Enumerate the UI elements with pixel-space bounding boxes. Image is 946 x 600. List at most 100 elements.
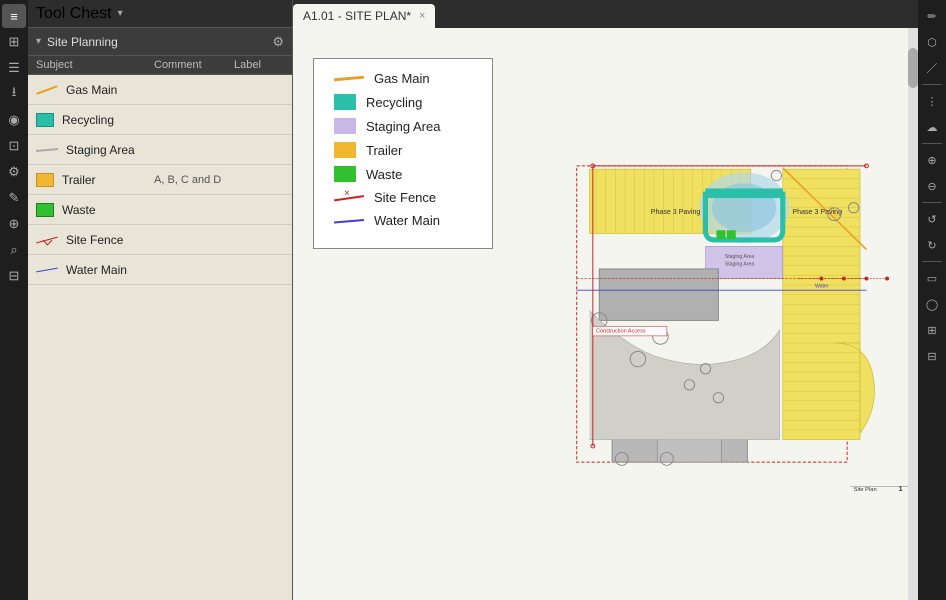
svg-text:Staging Area: Staging Area <box>725 262 755 268</box>
site-planning-arrow[interactable]: ▾ <box>36 36 41 47</box>
list-item[interactable]: Staging Area <box>28 135 292 165</box>
water-main-label: Water Main <box>66 263 127 277</box>
trailer-icon <box>36 173 54 187</box>
tab-close-button[interactable]: × <box>419 10 425 22</box>
svg-text:Site Plan: Site Plan <box>854 487 877 493</box>
list-item[interactable]: Trailer A, B, C and D <box>28 165 292 195</box>
site-planning-title: Site Planning <box>47 35 118 49</box>
trailer-label: Trailer <box>62 173 96 187</box>
legend-item-water-main: Water Main <box>334 213 472 228</box>
right-tool-undo[interactable]: ↺ <box>920 207 944 231</box>
legend-trailer-icon <box>334 142 356 158</box>
right-tool-zoom-in[interactable]: ⊕ <box>920 148 944 172</box>
legend-recycling-icon <box>334 94 356 110</box>
right-tool-cloud[interactable]: ☁ <box>920 115 944 139</box>
right-tool-dash[interactable]: ⋮ <box>920 89 944 113</box>
drawing-area: Gas Main Recycling Staging Area Trailer … <box>293 28 918 600</box>
right-toolbar: ✏ ⬡ ／ ⋮ ☁ ⊕ ⊖ ↺ ↻ ▭ ◯ ⊞ ⊟ <box>918 0 946 600</box>
list-item[interactable]: Site Fence <box>28 225 292 255</box>
right-tool-divider-3 <box>922 202 942 203</box>
table-header: Subject Comment Label <box>28 56 292 75</box>
waste-icon <box>36 203 54 217</box>
sidebar-icon-add[interactable]: ⊕ <box>2 212 26 236</box>
sidebar-icon-user[interactable]: ◉ <box>2 108 26 132</box>
sidebar-icon-grid[interactable]: ⊞ <box>2 30 26 54</box>
list-item[interactable]: Gas Main <box>28 75 292 105</box>
staging-icon <box>36 143 58 157</box>
scrollbar-thumb[interactable] <box>908 48 918 88</box>
sidebar-icon-download[interactable]: ⭳ <box>2 82 26 106</box>
trailer-comment: A, B, C and D <box>154 174 234 186</box>
site-planning-header: ▾ Site Planning ⚙ <box>28 28 292 56</box>
items-list: Gas Main Recycling Staging Area <box>28 75 292 600</box>
recycling-icon <box>36 113 54 127</box>
legend-site-fence-label: Site Fence <box>374 190 436 205</box>
right-tool-snap[interactable]: ⊞ <box>920 318 944 342</box>
item-subject-waste: Waste <box>36 203 154 217</box>
gas-main-icon <box>36 83 58 97</box>
right-tool-divider-4 <box>922 261 942 262</box>
site-plan-svg: Staging Area Staging Area GAS Water <box>493 28 918 600</box>
right-tool-pencil[interactable]: ✏ <box>920 4 944 28</box>
sidebar-icon-settings[interactable]: ⚙ <box>2 160 26 184</box>
item-subject-water-main: Water Main <box>36 263 154 277</box>
legend-gas-main-icon <box>334 76 364 82</box>
right-tool-rect[interactable]: ▭ <box>920 266 944 290</box>
right-tool-zoom-out[interactable]: ⊖ <box>920 174 944 198</box>
water-main-icon <box>36 263 58 277</box>
right-tool-polygon[interactable]: ⬡ <box>920 30 944 54</box>
sidebar-icon-minus[interactable]: ⊟ <box>2 264 26 288</box>
svg-text:1: 1 <box>899 485 903 493</box>
svg-text:Staging Area: Staging Area <box>725 254 755 260</box>
list-item[interactable]: Water Main <box>28 255 292 285</box>
col-label: Label <box>234 59 284 71</box>
sidebar-icon-menu[interactable]: ≡ <box>2 4 26 28</box>
legend-item-staging: Staging Area <box>334 118 472 134</box>
list-item[interactable]: Recycling <box>28 105 292 135</box>
tool-chest-header: Tool Chest ▾ <box>28 0 292 28</box>
right-tool-divider-2 <box>922 143 942 144</box>
item-subject-staging: Staging Area <box>36 143 154 157</box>
legend-trailer-label: Trailer <box>366 143 402 158</box>
waste-label: Waste <box>62 203 96 217</box>
staging-label: Staging Area <box>66 143 135 157</box>
svg-text:Construction Access: Construction Access <box>596 329 646 335</box>
legend-staging-label: Staging Area <box>366 119 440 134</box>
vertical-scrollbar[interactable] <box>908 28 918 600</box>
legend-gas-main-label: Gas Main <box>374 71 430 86</box>
legend-item-waste: Waste <box>334 166 472 182</box>
site-plan-tab[interactable]: A1.01 - SITE PLAN* × <box>293 4 435 28</box>
right-tool-measure[interactable]: ⊟ <box>920 344 944 368</box>
sidebar-icon-search[interactable]: ⌕ <box>2 238 26 262</box>
legend-box: Gas Main Recycling Staging Area Trailer … <box>313 58 493 249</box>
tab-title: A1.01 - SITE PLAN* <box>303 9 411 23</box>
sidebar-icon-list[interactable]: ☰ <box>2 56 26 80</box>
col-subject: Subject <box>36 59 154 71</box>
legend-site-fence-icon <box>334 191 364 205</box>
svg-text:Phase 3 Paving: Phase 3 Paving <box>651 208 701 216</box>
right-tool-divider-1 <box>922 84 942 85</box>
site-fence-label: Site Fence <box>66 233 123 247</box>
legend-item-site-fence: Site Fence <box>334 190 472 205</box>
legend-item-trailer: Trailer <box>334 142 472 158</box>
item-subject-site-fence: Site Fence <box>36 233 154 247</box>
tool-chest-panel: Tool Chest ▾ ▾ Site Planning ⚙ Subject C… <box>28 0 293 600</box>
site-fence-icon <box>36 233 58 247</box>
svg-text:Phase 3 Paving: Phase 3 Paving <box>792 208 842 216</box>
gear-icon[interactable]: ⚙ <box>272 34 284 50</box>
sidebar-icon-stamp[interactable]: ⊡ <box>2 134 26 158</box>
left-sidebar: ≡ ⊞ ☰ ⭳ ◉ ⊡ ⚙ ✎ ⊕ ⌕ ⊟ <box>0 0 28 600</box>
right-tool-redo[interactable]: ↻ <box>920 233 944 257</box>
right-tool-line[interactable]: ／ <box>920 56 944 80</box>
legend-recycling-label: Recycling <box>366 95 422 110</box>
legend-staging-icon <box>334 118 356 134</box>
col-comment: Comment <box>154 59 234 71</box>
tool-chest-arrow[interactable]: ▾ <box>118 8 123 19</box>
legend-waste-icon <box>334 166 356 182</box>
right-tool-circle[interactable]: ◯ <box>920 292 944 316</box>
list-item[interactable]: Waste <box>28 195 292 225</box>
sidebar-icon-edit[interactable]: ✎ <box>2 186 26 210</box>
svg-text:Water: Water <box>815 284 829 290</box>
legend-water-main-label: Water Main <box>374 213 440 228</box>
tool-chest-title: Tool Chest <box>36 5 112 23</box>
